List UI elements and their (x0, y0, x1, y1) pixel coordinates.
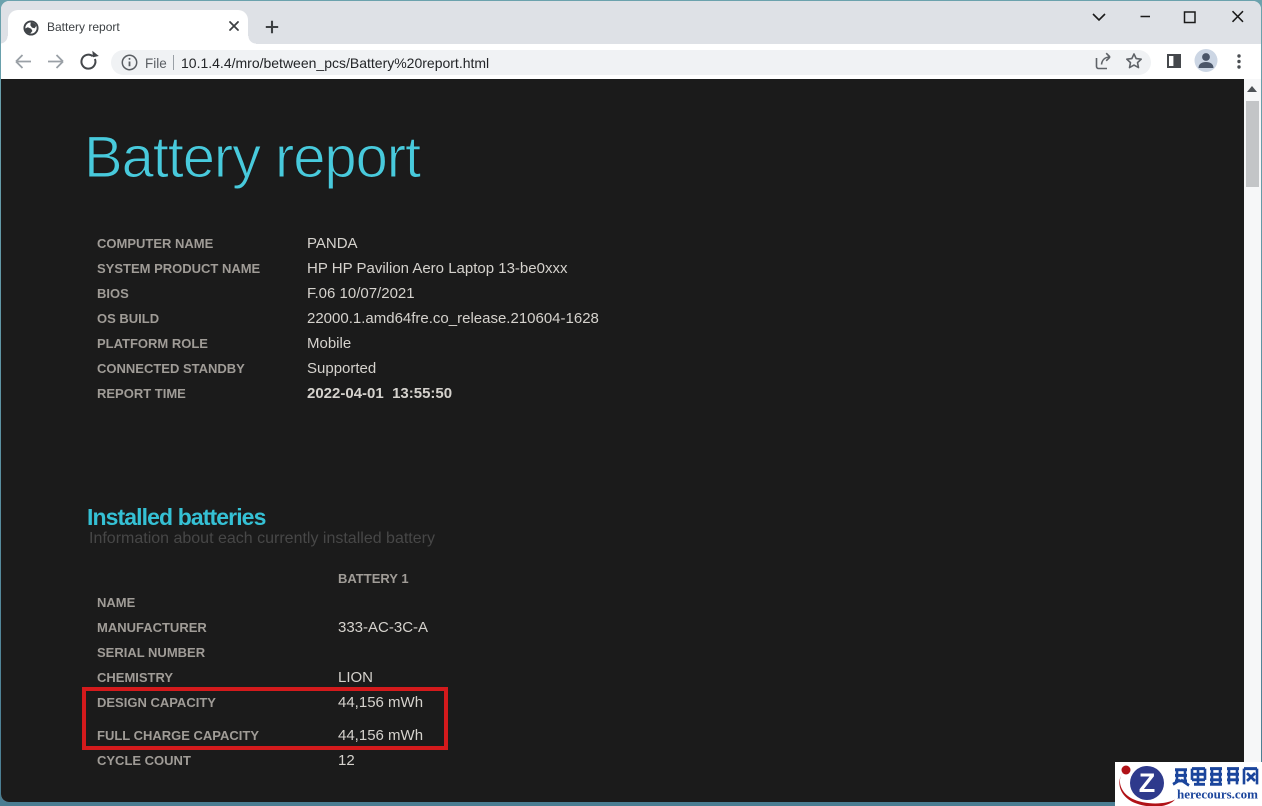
svg-text:Z: Z (1139, 768, 1156, 798)
svg-text:herecours.com: herecours.com (1177, 787, 1258, 802)
